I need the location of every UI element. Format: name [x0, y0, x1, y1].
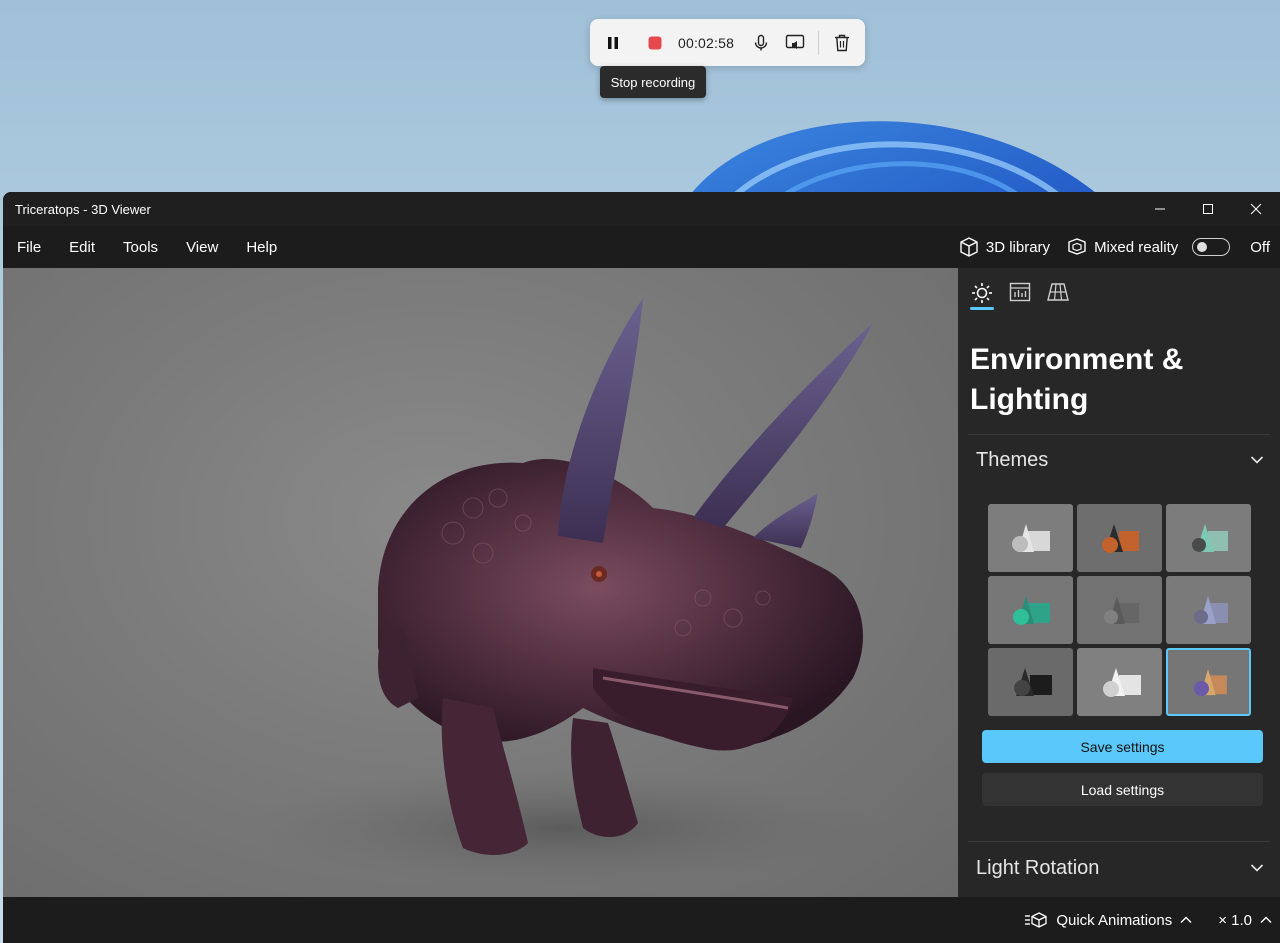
themes-label: Themes: [976, 448, 1049, 471]
theme-preview-icon: [1014, 668, 1052, 696]
playback-speed: × 1.0: [1218, 911, 1252, 929]
cast-screen-icon: [785, 34, 805, 49]
maximize-button[interactable]: [1184, 192, 1232, 226]
light-rotation-section: Light Rotation: [958, 841, 1280, 894]
menu-bar: File Edit Tools View Help 3D library Mix…: [3, 226, 1280, 268]
stop-icon: [648, 36, 662, 49]
theme-preview-icon: [1193, 668, 1227, 697]
menu-help[interactable]: Help: [232, 226, 291, 268]
theme-thumbnail[interactable]: [988, 504, 1073, 572]
pause-icon: [608, 36, 618, 49]
tab-grid[interactable]: [1046, 282, 1070, 308]
mixed-reality-control: Mixed reality Off: [1058, 226, 1280, 268]
save-settings-button[interactable]: Save settings: [982, 730, 1263, 763]
microphone-icon: [754, 34, 768, 50]
theme-thumbnail[interactable]: [988, 648, 1073, 716]
theme-preview-icon: [1013, 596, 1050, 625]
stats-icon: [1009, 282, 1031, 302]
mixed-reality-label: Mixed reality: [1094, 238, 1179, 256]
theme-thumbnail[interactable]: [1077, 648, 1162, 716]
close-icon: [1250, 203, 1262, 215]
panel-title: Environment & Lighting: [970, 343, 1184, 416]
trash-icon: [835, 34, 850, 51]
tab-environment[interactable]: [970, 282, 994, 310]
load-settings-button[interactable]: Load settings: [982, 773, 1263, 806]
minimize-button[interactable]: [1136, 192, 1184, 226]
discard-recording-button[interactable]: [825, 26, 859, 60]
chevron-up-icon: [1180, 916, 1192, 923]
sun-icon: [972, 283, 992, 303]
3d-library-label: 3D library: [985, 238, 1051, 256]
playback-speed-button[interactable]: × 1.0: [1218, 912, 1272, 929]
status-bar: Quick Animations × 1.0: [3, 897, 1280, 943]
chevron-up-icon: [1260, 916, 1272, 923]
animation-icon: [1025, 912, 1047, 928]
quick-animations-button[interactable]: Quick Animations: [1024, 911, 1192, 929]
theme-thumbnail[interactable]: [1077, 504, 1162, 572]
3d-viewport[interactable]: [3, 268, 958, 897]
cube-icon: [960, 237, 978, 257]
quick-animations-label: Quick Animations: [1056, 911, 1173, 929]
menu-tools[interactable]: Tools: [109, 226, 172, 268]
window-title: Triceratops - 3D Viewer: [15, 201, 151, 217]
title-bar: Triceratops - 3D Viewer: [3, 192, 1280, 226]
triceratops-model[interactable]: [3, 268, 958, 897]
theme-grid: [988, 504, 1252, 716]
menu-edit[interactable]: Edit: [55, 226, 109, 268]
tab-stats[interactable]: [1008, 282, 1032, 308]
theme-preview-icon: [1012, 524, 1050, 552]
menu-file[interactable]: File: [3, 226, 55, 268]
app-window: Triceratops - 3D Viewer File Edit Tools …: [3, 192, 1280, 943]
maximize-icon: [1203, 204, 1213, 214]
environment-panel: Environment & Lighting Themes Save setti…: [958, 268, 1280, 897]
panel-tabs: [958, 268, 1280, 316]
3d-library-button[interactable]: 3D library: [950, 226, 1058, 268]
theme-thumbnail[interactable]: [988, 576, 1073, 644]
pause-button[interactable]: [596, 26, 630, 60]
light-rotation-label: Light Rotation: [976, 856, 1100, 879]
theme-preview-icon: [1103, 668, 1141, 697]
toolbar-divider: [818, 30, 820, 55]
theme-thumbnail[interactable]: [1077, 576, 1162, 644]
chevron-down-icon: [1250, 456, 1264, 464]
system-audio-button[interactable]: [778, 26, 812, 60]
minimize-icon: [1155, 208, 1165, 210]
theme-preview-icon: [1192, 524, 1228, 552]
stop-recording-tooltip: Stop recording: [600, 66, 706, 98]
light-rotation-header[interactable]: Light Rotation: [958, 842, 1280, 894]
themes-section-header[interactable]: Themes: [958, 435, 1280, 485]
mixed-reality-state: Off: [1250, 238, 1270, 256]
theme-thumbnail[interactable]: [1166, 576, 1251, 644]
chevron-down-icon: [1250, 864, 1264, 872]
recording-timer: 00:02:58: [678, 34, 735, 51]
mixed-reality-toggle[interactable]: [1192, 238, 1231, 256]
theme-preview-icon: [1104, 596, 1139, 624]
theme-thumbnail-selected[interactable]: [1166, 648, 1251, 716]
mixed-reality-icon: [1068, 238, 1086, 255]
recording-toolbar: 00:02:58: [590, 19, 865, 66]
microphone-button[interactable]: [744, 26, 778, 60]
theme-thumbnail[interactable]: [1166, 504, 1251, 572]
theme-preview-icon: [1194, 596, 1228, 624]
close-button[interactable]: [1232, 192, 1280, 226]
grid-icon: [1047, 283, 1069, 301]
theme-preview-icon: [1102, 524, 1139, 553]
stop-recording-button[interactable]: [638, 26, 672, 60]
menu-view[interactable]: View: [172, 226, 232, 268]
